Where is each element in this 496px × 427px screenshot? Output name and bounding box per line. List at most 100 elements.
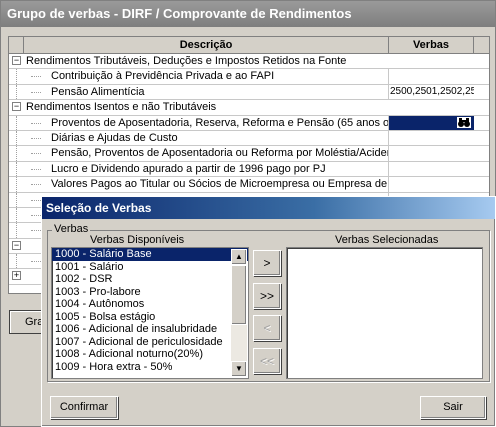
descricao-cell[interactable]: Rendimentos Tributáveis, Deduções e Impo…: [24, 54, 474, 68]
descricao-text: Proventos de Aposentadoria, Reserva, Ref…: [51, 116, 389, 129]
row-stub: +: [9, 269, 24, 283]
tree-branch: [31, 137, 41, 139]
row-stub: [9, 146, 24, 161]
binoculars-icon[interactable]: [457, 116, 471, 128]
available-list-scrollbar[interactable]: ▲ ▼: [231, 249, 247, 377]
add-all-button[interactable]: >>: [253, 283, 281, 309]
tree-child-row[interactable]: Diárias e Ajudas de Custo: [9, 130, 489, 147]
tree-branch: [31, 199, 41, 201]
descricao-text: Rendimentos Isentos e não Tributáveis: [26, 101, 217, 114]
descricao-cell[interactable]: Valores Pagos ao Titular ou Sócios de Mi…: [24, 177, 389, 192]
row-stub: [9, 207, 24, 223]
tree-line: [16, 192, 17, 207]
remove-one-button[interactable]: <: [253, 315, 281, 341]
row-stub: [9, 192, 24, 207]
tree-child-row[interactable]: Pensão, Proventos de Aposentadoria ou Re…: [9, 146, 489, 162]
tree-branch: [31, 76, 41, 78]
descricao-cell[interactable]: Diárias e Ajudas de Custo: [24, 130, 389, 146]
collapse-icon[interactable]: −: [12, 102, 21, 112]
descricao-cell[interactable]: Rendimentos Isentos e não Tributáveis: [24, 100, 474, 114]
descricao-text: Diárias e Ajudas de Custo: [51, 131, 178, 144]
window-title: Grupo de verbas - DIRF / Comprovante de …: [1, 1, 495, 27]
available-items: 1000 - Salário Base 1001 - Salário 1002 - …: [52, 248, 248, 373]
tree-line: [16, 84, 17, 100]
selecao-verbas-dialog: Seleção de Verbas Verbas Verbas Disponív…: [41, 196, 496, 427]
row-stub: −: [9, 239, 24, 253]
collapse-icon[interactable]: −: [12, 240, 21, 250]
tree-line: [16, 115, 17, 130]
descricao-cell[interactable]: Proventos de Aposentadoria, Reserva, Ref…: [24, 115, 389, 130]
verba-list-item[interactable]: 1003 - Pro-labore: [52, 286, 248, 299]
expand-icon[interactable]: +: [12, 271, 21, 281]
descricao-cell[interactable]: Lucro e Dividendo apurado a partir de 19…: [24, 161, 389, 177]
verba-list-item[interactable]: 1004 - Autônomos: [52, 298, 248, 311]
confirm-button[interactable]: Confirmar: [50, 396, 118, 419]
tree-child-row[interactable]: Contribuição à Previdência Privada e ao …: [9, 69, 489, 85]
descricao-text: Lucro e Dividendo apurado a partir de 19…: [51, 162, 326, 175]
row-stub: [9, 161, 24, 177]
verbas-cell[interactable]: 2500,2501,2502,2503: [389, 85, 474, 99]
verbas-cell[interactable]: [389, 69, 474, 83]
descricao-cell[interactable]: Pensão Alimentícia: [24, 84, 389, 100]
exit-button[interactable]: Sair: [420, 396, 486, 419]
verbas-cell[interactable]: [389, 131, 474, 145]
selected-verbas-list[interactable]: [286, 247, 483, 379]
tree-branch: [31, 230, 41, 232]
dialog-title: Seleção de Verbas: [42, 197, 495, 219]
tree-branch: [31, 261, 41, 263]
descricao-text: Pensão, Proventos de Aposentadoria ou Re…: [51, 147, 388, 160]
verba-list-item[interactable]: 1006 - Adicional de insalubridade: [52, 323, 248, 336]
scroll-down-arrow-icon[interactable]: ▼: [231, 361, 247, 377]
verbas-cell[interactable]: [389, 146, 474, 160]
descricao-text: Pensão Alimentícia: [51, 85, 145, 98]
tree-line: [16, 161, 17, 177]
tree-branch: [31, 153, 41, 155]
descricao-cell[interactable]: Contribuição à Previdência Privada e ao …: [24, 69, 389, 84]
add-one-button[interactable]: >: [253, 250, 281, 276]
row-stub: −: [9, 100, 24, 114]
tree-child-row[interactable]: Valores Pagos ao Titular ou Sócios de Mi…: [9, 177, 489, 193]
descricao-cell[interactable]: Pensão, Proventos de Aposentadoria ou Re…: [24, 146, 389, 161]
column-header-descricao[interactable]: Descrição: [24, 37, 389, 53]
tree-line: [16, 130, 17, 146]
available-list-label: Verbas Disponíveis: [90, 234, 185, 246]
tree-line: [16, 146, 17, 161]
row-stub: [9, 84, 24, 100]
column-header-verbas[interactable]: Verbas: [389, 37, 474, 53]
verbas-cell[interactable]: [389, 115, 474, 130]
tree-child-row[interactable]: Pensão Alimentícia 2500,2501,2502,2503: [9, 84, 489, 101]
selected-list-label: Verbas Selecionadas: [335, 234, 439, 246]
tree-child-row[interactable]: Lucro e Dividendo apurado a partir de 19…: [9, 161, 489, 178]
tree-group-row[interactable]: − Rendimentos Tributáveis, Deduções e Imp…: [9, 54, 489, 70]
row-stub: [9, 130, 24, 146]
scroll-up-arrow-icon[interactable]: ▲: [231, 249, 247, 265]
row-stub: [9, 69, 24, 84]
verba-list-item[interactable]: 1005 - Bolsa estágio: [52, 311, 248, 324]
verba-list-item[interactable]: 1009 - Hora extra - 50%: [52, 361, 248, 374]
verbas-text: 2500,2501,2502,2503: [390, 85, 474, 97]
tree-group-row[interactable]: − Rendimentos Isentos e não Tributáveis: [9, 100, 489, 116]
scroll-thumb[interactable]: [231, 265, 247, 325]
verbas-cell[interactable]: [389, 177, 474, 191]
available-verbas-list[interactable]: 1000 - Salário Base 1001 - Salário 1002 - …: [51, 247, 249, 379]
tree-line: [16, 177, 17, 192]
descricao-text: Rendimentos Tributáveis, Deduções e Impo…: [26, 55, 347, 67]
verbas-groupbox-label: Verbas: [52, 223, 91, 235]
verba-list-item[interactable]: 1001 - Salário: [52, 261, 248, 274]
descricao-text: Contribuição à Previdência Privada e ao …: [51, 70, 275, 83]
collapse-icon[interactable]: −: [12, 56, 21, 65]
tree-line: [16, 254, 17, 269]
verba-list-item[interactable]: 1007 - Adicional de periculosidade: [52, 336, 248, 349]
tree-child-row[interactable]: Proventos de Aposentadoria, Reserva, Ref…: [9, 115, 489, 131]
verbas-cell[interactable]: [389, 162, 474, 176]
remove-all-button[interactable]: <<: [253, 348, 281, 374]
tree-branch: [31, 168, 41, 170]
verba-list-item[interactable]: 1002 - DSR: [52, 273, 248, 286]
tree-branch: [31, 214, 41, 216]
row-stub: [9, 223, 24, 238]
tree-branch: [31, 184, 41, 186]
verba-list-item[interactable]: 1008 - Adicional noturno(20%): [52, 348, 248, 361]
row-stub: −: [9, 54, 24, 68]
grid-header: Descrição Verbas: [9, 37, 489, 54]
verba-list-item[interactable]: 1000 - Salário Base: [52, 248, 248, 261]
